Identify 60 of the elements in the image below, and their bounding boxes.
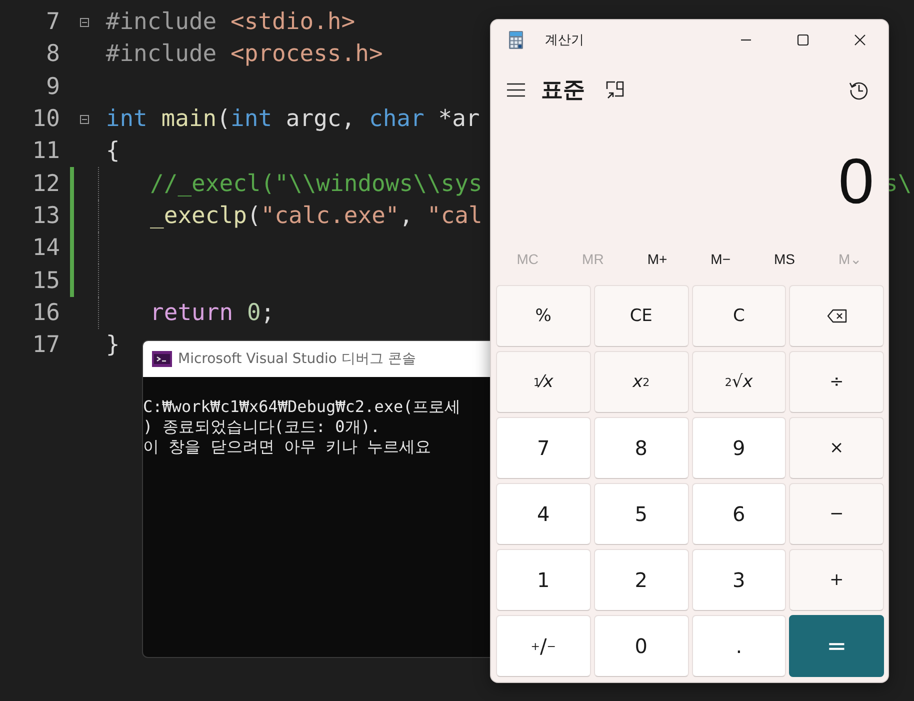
line-number: 17 bbox=[31, 332, 60, 358]
window-arrow-icon bbox=[605, 80, 625, 100]
display-value: 0 bbox=[838, 148, 874, 213]
calculator-key[interactable]: 2 bbox=[594, 549, 688, 611]
menu-icon bbox=[507, 83, 525, 98]
window-title: 계산기 bbox=[545, 30, 584, 48]
calculator-key[interactable]: + bbox=[789, 549, 884, 611]
calculator-key[interactable]: 5 bbox=[594, 483, 688, 545]
calculator-key[interactable]: ÷ bbox=[789, 351, 884, 413]
line-number: 15 bbox=[31, 268, 60, 294]
backspace-icon bbox=[826, 309, 847, 323]
calculator-icon bbox=[509, 30, 523, 48]
maximize-icon bbox=[796, 34, 808, 46]
calculator-key[interactable]: $^{2}$√x bbox=[692, 351, 786, 413]
line-number: 16 bbox=[31, 300, 60, 326]
line-number: 7 bbox=[45, 9, 60, 36]
console-output: ) 종료되었습니다(코드: 0개). bbox=[143, 417, 382, 437]
code-line: //_execl("\\windows\\sys bbox=[150, 170, 482, 197]
code-line: } bbox=[106, 332, 120, 358]
calculator-key[interactable]: 3 bbox=[692, 549, 786, 611]
equals-button[interactable]: = bbox=[789, 615, 884, 677]
console-icon bbox=[152, 351, 172, 367]
code-line: #include <stdio.h> bbox=[106, 9, 356, 36]
calculator-key[interactable]: x$^{2}$ bbox=[594, 351, 688, 413]
memory-button[interactable]: M− bbox=[704, 247, 736, 272]
calculator-key[interactable]: . bbox=[692, 615, 786, 677]
calculator-key[interactable]: 1 bbox=[496, 549, 591, 611]
calculator-key[interactable]: CE bbox=[594, 285, 688, 347]
line-number: 12 bbox=[31, 170, 60, 197]
calculator-key[interactable]: 0 bbox=[594, 615, 688, 677]
code-line: return 0; bbox=[150, 300, 275, 326]
line-number: 11 bbox=[31, 138, 60, 164]
memory-button[interactable]: MS bbox=[768, 247, 801, 272]
calculator-key[interactable]: 6 bbox=[692, 483, 786, 545]
code-line: _execlp("calc.exe", "cal bbox=[150, 202, 482, 229]
console-output: 이 창을 닫으려면 아무 키나 누르세요 bbox=[143, 437, 432, 457]
code-line: int main(int argc, char *ar bbox=[106, 106, 480, 132]
calculator-key[interactable]: 8 bbox=[594, 417, 688, 479]
calculator-key[interactable]: $^{1}$⁄x bbox=[496, 351, 591, 413]
calculator-key[interactable]: 9 bbox=[692, 417, 786, 479]
calculator-key[interactable]: % bbox=[496, 285, 591, 347]
calculator-key[interactable]: × bbox=[789, 417, 884, 479]
line-number: 9 bbox=[45, 74, 60, 100]
calculator-key[interactable]: 4 bbox=[496, 483, 591, 545]
calculator-key[interactable]: 7 bbox=[496, 417, 591, 479]
line-number: 10 bbox=[31, 106, 60, 132]
line-number: 13 bbox=[31, 202, 60, 229]
console-output: C:₩work₩c1₩x64₩Debug₩c2.exe(프로세 bbox=[143, 397, 462, 417]
line-number: 8 bbox=[45, 41, 60, 68]
code-line: #include <process.h> bbox=[106, 41, 383, 68]
calculator-key[interactable]: − bbox=[789, 483, 884, 545]
window-title: Microsoft Visual Studio 디버그 콘솔 bbox=[178, 350, 416, 368]
close-icon bbox=[854, 34, 866, 46]
memory-button[interactable]: M+ bbox=[641, 247, 674, 272]
fold-icon[interactable] bbox=[80, 114, 89, 124]
line-number: 14 bbox=[31, 235, 60, 262]
calculator-key[interactable]: C bbox=[692, 285, 786, 347]
fold-icon[interactable] bbox=[80, 18, 89, 27]
mode-title: 표준 bbox=[541, 77, 585, 106]
code-line: { bbox=[106, 138, 120, 164]
